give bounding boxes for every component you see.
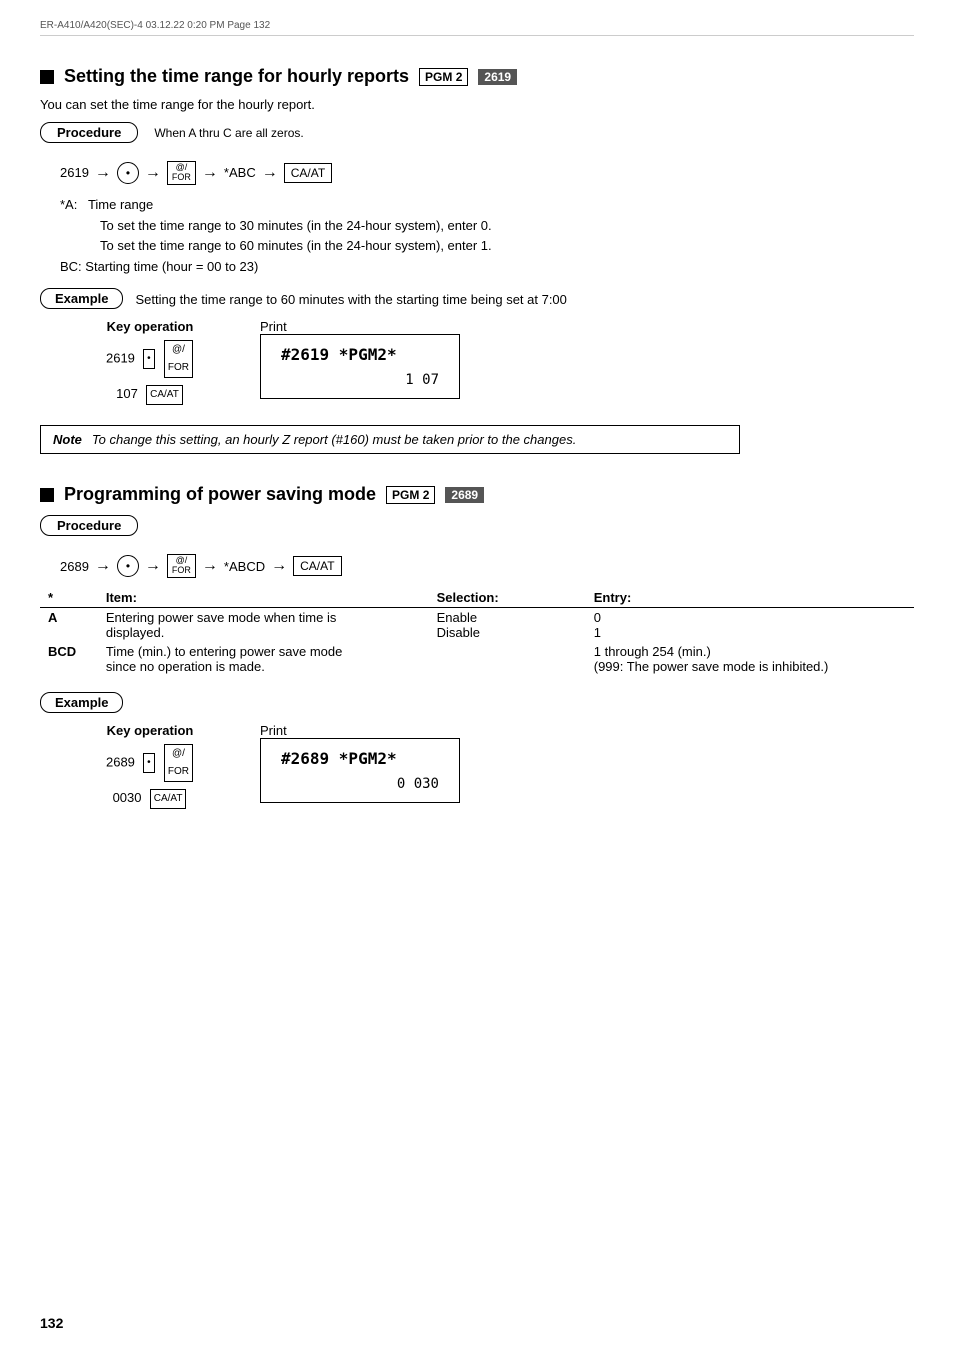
td-entry-bcd: 1 through 254 (min.)(999: The power save…: [586, 642, 914, 676]
section1-title: Setting the time range for hourly report…: [40, 66, 914, 87]
flow-arrow3: →: [202, 164, 218, 182]
flow-dot: •: [117, 162, 139, 184]
section1-key-op-content: 2619 • @/FOR 107 CA/AT: [60, 340, 240, 405]
section2-key-op-col: Key operation 2689 • @/FOR 0030 CA/AT: [60, 723, 240, 809]
section1-example-desc: Setting the time range to 60 minutes wit…: [135, 288, 566, 307]
section1-num-badge: 2619: [478, 69, 517, 85]
section1: Setting the time range for hourly report…: [40, 66, 914, 454]
section2-procedure-box: Procedure: [40, 515, 138, 536]
td-item-desc-bcd: Time (min.) to entering power save modes…: [98, 642, 429, 676]
section2-print-line1: #2689 *PGM2*: [281, 749, 439, 768]
section2-example-box: Example: [40, 692, 123, 713]
section1-subtitle: You can set the time range for the hourl…: [40, 97, 914, 112]
td-selection-a: EnableDisable: [429, 608, 586, 643]
section2-print-line2: 0 030: [281, 776, 439, 792]
section2-title-text: Programming of power saving mode: [64, 484, 376, 505]
flow-arrow2: →: [145, 164, 161, 182]
section1-flow: 2619 → • → @/ FOR → *ABC → CA/AT: [60, 161, 914, 185]
flow-caat: CA/AT: [284, 163, 332, 183]
flow-arrow1: →: [95, 164, 111, 182]
section2: Programming of power saving mode PGM 2 2…: [40, 484, 914, 809]
section2-flow: 2689 → • → @/ FOR → *ABCD → CA/AT: [60, 554, 914, 578]
td-selection-bcd: [429, 642, 586, 676]
th-selection: Selection:: [429, 588, 586, 608]
flow-key-for: @/ FOR: [167, 161, 196, 185]
flow-arrow4: →: [262, 164, 278, 182]
section1-print-col: Print #2619 *PGM2* 1 07: [260, 319, 460, 405]
page-number: 132: [40, 1315, 63, 1331]
table-row: A Entering power save mode when time isd…: [40, 608, 914, 643]
section2-item-table: * Item: Selection: Entry: A Entering pow…: [40, 588, 914, 676]
section1-note-box: Note To change this setting, an hourly Z…: [40, 425, 740, 454]
section2-print-col: Print #2689 *PGM2* 0 030: [260, 723, 460, 809]
section1-note-text: To change this setting, an hourly Z repo…: [92, 432, 576, 447]
table-row: BCD Time (min.) to entering power save m…: [40, 642, 914, 676]
section2-flow-dot: •: [117, 555, 139, 577]
section2-op-print: Key operation 2689 • @/FOR 0030 CA/AT Pr…: [60, 723, 914, 809]
section2-key-op-content: 2689 • @/FOR 0030 CA/AT: [60, 744, 240, 809]
section1-notes: *A: Time range To set the time range to …: [60, 195, 914, 278]
section2-flow-arrow2: →: [145, 557, 161, 575]
section1-print-line2: 1 07: [281, 372, 439, 388]
page-header: ER-A410/A420(SEC)-4 03.12.22 0:20 PM Pag…: [40, 20, 914, 36]
section2-flow-start: 2689: [60, 559, 89, 574]
section1-procedure-box: Procedure: [40, 122, 138, 143]
section1-print-line1: #2619 *PGM2*: [281, 345, 439, 364]
section1-pgm-badge: PGM 2: [419, 68, 468, 86]
section2-title: Programming of power saving mode PGM 2 2…: [40, 484, 914, 505]
section2-flow-abcd: *ABCD: [224, 559, 265, 574]
section1-example-box: Example: [40, 288, 123, 309]
section2-print-header: Print: [260, 723, 460, 738]
section2-flow-arrow4: →: [271, 557, 287, 575]
section2-square-icon: [40, 488, 54, 502]
td-item-code-bcd: BCD: [40, 642, 98, 676]
td-item-code-a: A: [40, 608, 98, 643]
section1-flow-when: When A thru C are all zeros.: [154, 122, 303, 140]
section2-num-badge: 2689: [445, 487, 484, 503]
section1-note-label: Note: [53, 432, 82, 447]
section2-flow-arrow1: →: [95, 557, 111, 575]
section2-flow-caat: CA/AT: [293, 556, 341, 576]
section1-square-icon: [40, 70, 54, 84]
table-header-row: * Item: Selection: Entry:: [40, 588, 914, 608]
th-entry: Entry:: [586, 588, 914, 608]
flow-start-num: 2619: [60, 165, 89, 180]
section2-flow-key-for: @/ FOR: [167, 554, 196, 578]
td-item-desc-a: Entering power save mode when time isdis…: [98, 608, 429, 643]
section1-print-header: Print: [260, 319, 460, 334]
section2-print-box: #2689 *PGM2* 0 030: [260, 738, 460, 803]
section1-op-print: Key operation 2619 • @/FOR 107 CA/AT Pri…: [60, 319, 914, 405]
flow-abc: *ABC: [224, 165, 256, 180]
section1-example-row: Example Setting the time range to 60 min…: [40, 288, 914, 309]
section2-key-op-header: Key operation: [60, 723, 240, 738]
section1-key-op-header: Key operation: [60, 319, 240, 334]
section2-flow-arrow3: →: [202, 557, 218, 575]
section2-example-row: Example: [40, 692, 914, 713]
section1-print-box: #2619 *PGM2* 1 07: [260, 334, 460, 399]
th-item-marker: *: [40, 588, 98, 608]
th-item-label: Item:: [98, 588, 429, 608]
header-text: ER-A410/A420(SEC)-4 03.12.22 0:20 PM Pag…: [40, 20, 270, 31]
section1-title-text: Setting the time range for hourly report…: [64, 66, 409, 87]
section2-pgm-badge: PGM 2: [386, 486, 435, 504]
td-entry-a: 01: [586, 608, 914, 643]
section1-key-op-col: Key operation 2619 • @/FOR 107 CA/AT: [60, 319, 240, 405]
